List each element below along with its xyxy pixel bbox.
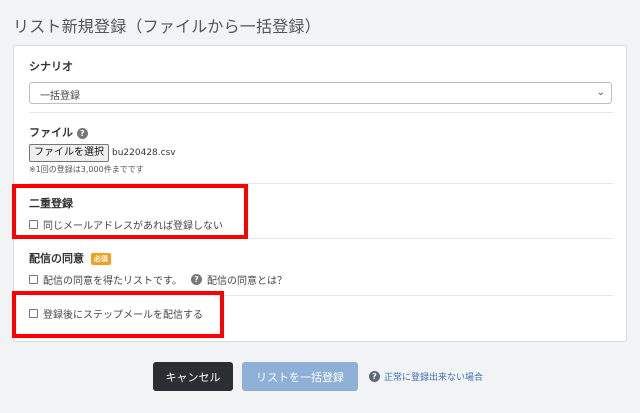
cancel-button[interactable]: キャンセル <box>153 362 233 391</box>
file-input-row: ファイルを選択 bu220428.csv <box>29 144 614 162</box>
file-label: ファイル <box>29 126 73 139</box>
highlight-box-step-mail <box>12 291 224 338</box>
page-title: リスト新規登録（ファイルから一括登録） <box>13 17 321 36</box>
consent-option-row: 配信の同意を得たリストです。 ? 配信の同意とは？ <box>29 272 614 287</box>
consent-section: 配信の同意 必須 配信の同意を得たリストです。 ? 配信の同意とは？ <box>29 250 614 287</box>
consent-option-label[interactable]: 配信の同意を得たリストです。 <box>43 272 182 287</box>
file-section: ファイル ? ファイルを選択 bu220428.csv ※1回の登録は3,000… <box>29 124 614 175</box>
consent-label: 配信の同意 <box>29 252 84 265</box>
selected-file-name: bu220428.csv <box>112 148 176 158</box>
scenario-selected-value: 一括登録 <box>40 91 80 102</box>
consent-help-link[interactable]: 配信の同意とは？ <box>207 272 287 287</box>
help-icon[interactable]: ? <box>191 274 202 285</box>
consent-label-row: 配信の同意 必須 <box>29 250 614 266</box>
scenario-label: シナリオ <box>29 60 73 73</box>
bulk-register-button[interactable]: リストを一括登録 <box>242 362 358 391</box>
scenario-section: シナリオ 一括登録 ⌄ <box>29 58 614 104</box>
highlight-box-duplicate <box>12 184 248 239</box>
choose-file-button[interactable]: ファイルを選択 <box>29 144 109 162</box>
consent-checkbox[interactable] <box>29 275 38 284</box>
required-badge: 必須 <box>90 253 111 265</box>
chevron-down-icon: ⌄ <box>596 87 605 98</box>
registration-help-link-label[interactable]: 正常に登録出来ない場合 <box>384 370 483 383</box>
registration-help-link[interactable]: ? 正常に登録出来ない場合 <box>369 370 483 383</box>
file-limit-note: ※1回の登録は3,000件までです <box>29 165 144 174</box>
divider <box>29 112 614 113</box>
file-label-row: ファイル ? <box>29 124 614 140</box>
help-icon: ? <box>369 371 380 382</box>
help-icon[interactable]: ? <box>76 127 88 139</box>
scenario-select[interactable]: 一括登録 ⌄ <box>29 82 612 104</box>
